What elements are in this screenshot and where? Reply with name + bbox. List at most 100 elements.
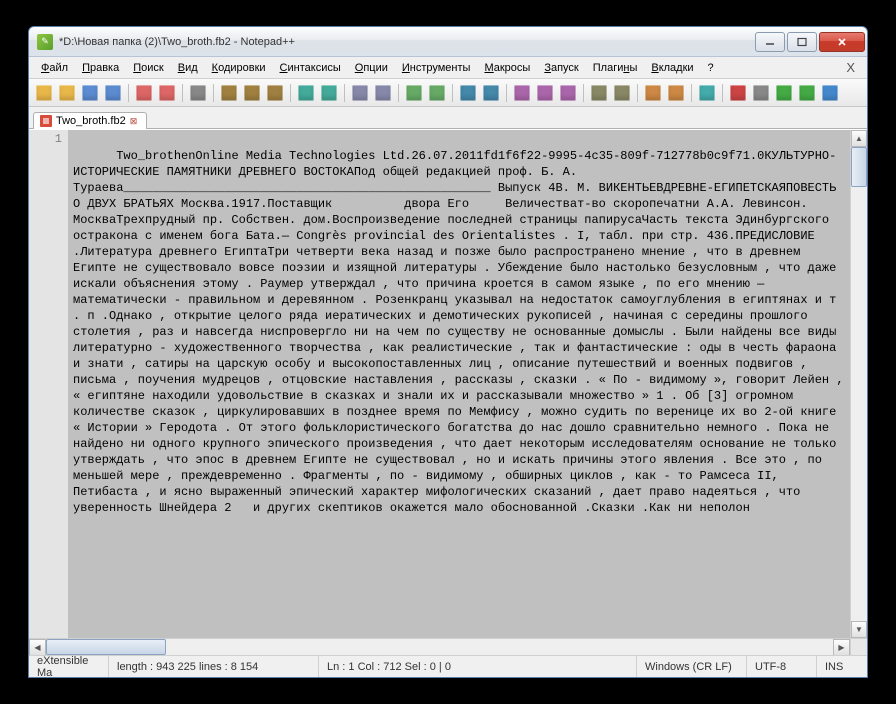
titlebar[interactable]: ✎ *D:\Новая папка (2)\Two_broth.fb2 - No… — [29, 27, 867, 57]
sync-v-button[interactable] — [457, 82, 479, 104]
text-editor[interactable]: Two_brothenOnline Media Technologies Ltd… — [69, 130, 850, 638]
menu-item-5[interactable]: Синтаксисы — [274, 60, 347, 76]
indent-guide-button[interactable] — [557, 82, 579, 104]
save-button[interactable] — [79, 82, 101, 104]
scroll-down-button[interactable]: ▼ — [851, 621, 867, 638]
redo-icon — [321, 85, 337, 101]
cut-icon — [221, 85, 237, 101]
scroll-right-button[interactable]: ▶ — [833, 639, 850, 656]
zoom-in-button[interactable] — [403, 82, 425, 104]
status-encoding[interactable]: UTF-8 — [747, 656, 817, 677]
monitor-button[interactable] — [696, 82, 718, 104]
menu-item-9[interactable]: Запуск — [538, 60, 584, 76]
status-mode[interactable]: INS — [817, 656, 867, 677]
scroll-up-button[interactable]: ▲ — [851, 130, 867, 147]
paste-icon — [267, 85, 283, 101]
app-icon: ✎ — [37, 34, 53, 50]
toolbar-separator — [506, 84, 507, 102]
stop-macro-icon — [753, 85, 769, 101]
toolbar-separator — [637, 84, 638, 102]
scroll-corner — [850, 639, 867, 655]
replace-button[interactable] — [372, 82, 394, 104]
all-chars-icon — [537, 85, 553, 101]
maximize-button[interactable] — [787, 32, 817, 52]
open-file-button[interactable] — [56, 82, 78, 104]
print-button[interactable] — [187, 82, 209, 104]
file-tab[interactable]: Two_broth.fb2 ⊠ — [33, 112, 147, 129]
save-macro-icon — [822, 85, 838, 101]
menu-item-12[interactable]: ? — [702, 60, 720, 76]
status-position: Ln : 1 Col : 712 Sel : 0 | 0 — [319, 656, 637, 677]
replace-icon — [375, 85, 391, 101]
status-eol[interactable]: Windows (CR LF) — [637, 656, 747, 677]
lang-button[interactable] — [588, 82, 610, 104]
wrap-button[interactable] — [511, 82, 533, 104]
doc-map-button[interactable] — [611, 82, 633, 104]
record-macro-icon — [730, 85, 746, 101]
cut-button[interactable] — [218, 82, 240, 104]
wrap-icon — [514, 85, 530, 101]
play-macro-button[interactable] — [773, 82, 795, 104]
tab-bar: Two_broth.fb2 ⊠ — [29, 107, 867, 129]
minimize-button[interactable] — [755, 32, 785, 52]
redo-button[interactable] — [318, 82, 340, 104]
play-multi-button[interactable] — [796, 82, 818, 104]
close-button[interactable] — [819, 32, 865, 52]
save-icon — [82, 85, 98, 101]
toolbar-separator — [344, 84, 345, 102]
copy-button[interactable] — [241, 82, 263, 104]
close-tab-button[interactable] — [133, 82, 155, 104]
menu-item-8[interactable]: Макросы — [478, 60, 536, 76]
menu-item-7[interactable]: Инструменты — [396, 60, 477, 76]
paste-button[interactable] — [264, 82, 286, 104]
stop-macro-button[interactable] — [750, 82, 772, 104]
line-number: 1 — [29, 132, 62, 146]
monitor-icon — [699, 85, 715, 101]
menu-item-3[interactable]: Вид — [172, 60, 204, 76]
menu-item-4[interactable]: Кодировки — [206, 60, 272, 76]
horizontal-scrollbar[interactable]: ◀ ▶ — [29, 638, 867, 655]
save-all-button[interactable] — [102, 82, 124, 104]
menu-close-x[interactable]: X — [840, 60, 861, 75]
find-icon — [352, 85, 368, 101]
vertical-scrollbar[interactable]: ▲ ▼ — [850, 130, 867, 638]
scroll-left-button[interactable]: ◀ — [29, 639, 46, 656]
save-macro-button[interactable] — [819, 82, 841, 104]
scroll-track-h[interactable] — [46, 639, 833, 655]
toolbar-separator — [398, 84, 399, 102]
folder-button[interactable] — [665, 82, 687, 104]
find-button[interactable] — [349, 82, 371, 104]
all-chars-button[interactable] — [534, 82, 556, 104]
scroll-thumb-h[interactable] — [46, 639, 166, 655]
menu-item-6[interactable]: Опции — [349, 60, 394, 76]
function-list-button[interactable] — [642, 82, 664, 104]
toolbar-separator — [691, 84, 692, 102]
status-bar: eXtensible Ma length : 943 225 lines : 8… — [29, 655, 867, 677]
line-gutter[interactable]: 1 — [29, 130, 69, 638]
menu-item-0[interactable]: Файл — [35, 60, 74, 76]
status-length: length : 943 225 lines : 8 154 — [109, 656, 319, 677]
status-language[interactable]: eXtensible Ma — [29, 656, 109, 677]
new-file-button[interactable] — [33, 82, 55, 104]
window-controls — [755, 32, 865, 52]
scroll-track-v[interactable] — [851, 147, 867, 621]
scroll-thumb-v[interactable] — [851, 147, 867, 187]
close-all-icon — [159, 85, 175, 101]
undo-button[interactable] — [295, 82, 317, 104]
play-macro-icon — [776, 85, 792, 101]
menu-item-10[interactable]: Плагины — [587, 60, 644, 76]
record-macro-button[interactable] — [727, 82, 749, 104]
editor-area: 1 Two_brothenOnline Media Technologies L… — [29, 129, 867, 638]
function-list-icon — [645, 85, 661, 101]
zoom-out-button[interactable] — [426, 82, 448, 104]
open-file-icon — [59, 85, 75, 101]
tab-close-icon[interactable]: ⊠ — [130, 116, 140, 126]
toolbar-separator — [290, 84, 291, 102]
menu-item-2[interactable]: Поиск — [127, 60, 169, 76]
menu-item-11[interactable]: Вкладки — [645, 60, 699, 76]
tab-label: Two_broth.fb2 — [56, 115, 126, 127]
toolbar-separator — [182, 84, 183, 102]
menu-item-1[interactable]: Правка — [76, 60, 125, 76]
sync-h-button[interactable] — [480, 82, 502, 104]
close-all-button[interactable] — [156, 82, 178, 104]
